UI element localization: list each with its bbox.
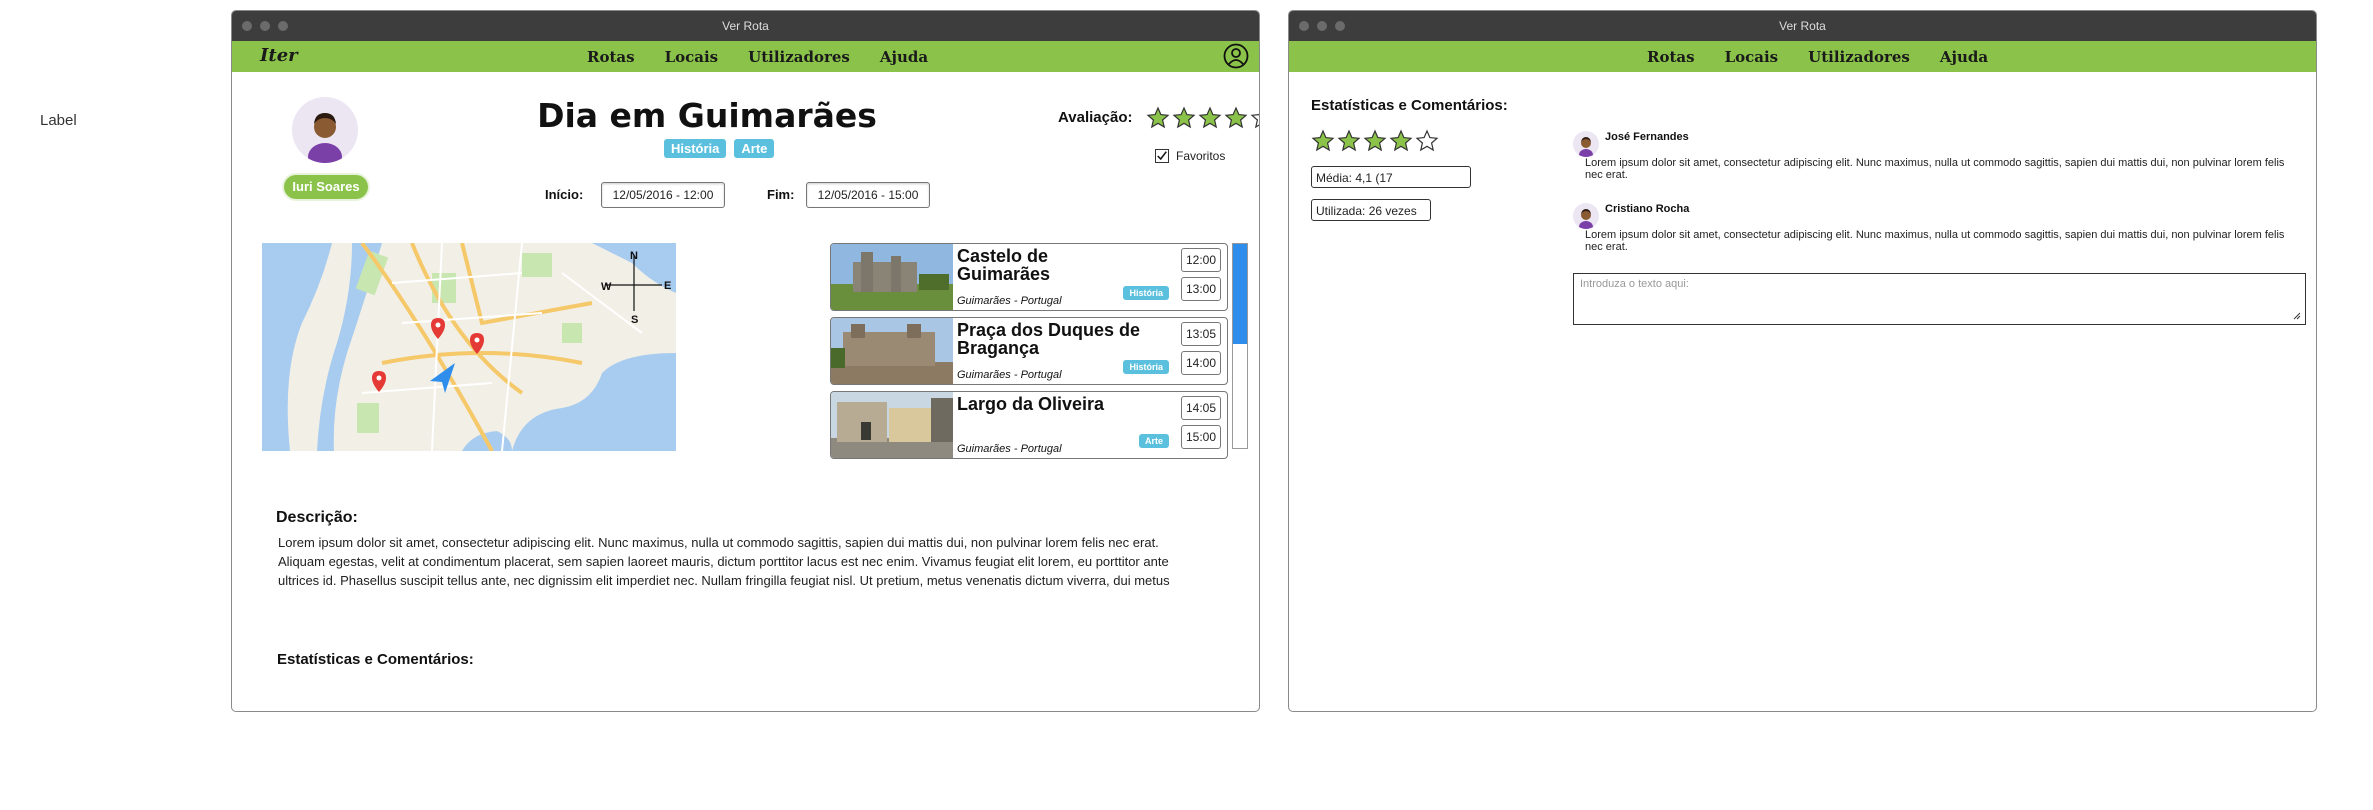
window-close-button[interactable] <box>242 21 252 31</box>
user-name-badge[interactable]: Iuri Soares <box>284 175 368 199</box>
window-maximize-button[interactable] <box>278 21 288 31</box>
stats-title: Estatísticas e Comentários: <box>277 651 474 668</box>
navbar: Rotas Locais Utilizadores Ajuda <box>1289 41 2316 72</box>
place-location: Guimarães - Portugal <box>957 443 1062 455</box>
place-location: Guimarães - Portugal <box>957 369 1062 381</box>
window-titlebar: Ver Rota <box>232 11 1259 41</box>
star-icon[interactable] <box>1363 129 1387 153</box>
places-list: Castelo de Guimarães Guimarães - Portuga… <box>830 243 1228 465</box>
star-icon[interactable] <box>1250 106 1260 130</box>
place-photo <box>831 392 953 458</box>
comment-text: Lorem ipsum dolor sit amet, consectetur … <box>1585 157 2285 181</box>
nav-rotas[interactable]: Rotas <box>1647 48 1695 66</box>
rating-label: Avaliação: <box>1058 109 1133 126</box>
end-label: Fim: <box>767 187 795 202</box>
window-titlebar: Ver Rota <box>1289 11 2316 41</box>
route-window: Ver Rota Iter Rotas Locais Utilizadores … <box>231 10 1260 712</box>
nav-rotas[interactable]: Rotas <box>587 48 635 66</box>
comment-item: José Fernandes Lorem ipsum dolor sit ame… <box>1573 131 2293 191</box>
start-label: Início: <box>545 187 584 202</box>
compass-west: W <box>601 281 612 293</box>
stats-title: Estatísticas e Comentários: <box>1311 97 1508 114</box>
place-start-time[interactable]: 13:05 <box>1181 322 1221 346</box>
place-name: Largo da Oliveira <box>957 394 1105 414</box>
window-title: Ver Rota <box>1779 19 1826 33</box>
star-icon[interactable] <box>1337 129 1361 153</box>
comment-text: Lorem ipsum dolor sit amet, consectetur … <box>1585 229 2285 253</box>
place-end-time[interactable]: 15:00 <box>1181 425 1221 449</box>
place-tag[interactable]: História <box>1123 286 1169 300</box>
compass-south: S <box>631 314 638 326</box>
list-item[interactable]: Praça dos Duques de Bragança Guimarães -… <box>830 317 1228 385</box>
navbar: Iter Rotas Locais Utilizadores Ajuda <box>232 41 1259 72</box>
place-photo <box>831 244 953 310</box>
tag-historia[interactable]: História <box>664 139 727 158</box>
star-icon[interactable] <box>1224 106 1248 130</box>
nav-locais[interactable]: Locais <box>665 48 719 66</box>
star-icon[interactable] <box>1311 129 1335 153</box>
star-icon[interactable] <box>1198 106 1222 130</box>
place-start-time[interactable]: 14:05 <box>1181 396 1221 420</box>
places-scrollbar[interactable] <box>1232 243 1248 449</box>
avatar <box>292 97 358 163</box>
route-map[interactable]: N S E W <box>262 243 676 451</box>
list-item[interactable]: Castelo de Guimarães Guimarães - Portuga… <box>830 243 1228 311</box>
window-maximize-button[interactable] <box>1335 21 1345 31</box>
comment-author[interactable]: Cristiano Rocha <box>1605 203 1689 215</box>
usage-count-field: Utilizada: 26 vezes <box>1311 199 1431 221</box>
description-text: Lorem ipsum dolor sit amet, consectetur … <box>278 535 1170 588</box>
nav-utilizadores[interactable]: Utilizadores <box>1808 48 1910 66</box>
window-minimize-button[interactable] <box>260 21 270 31</box>
logo[interactable]: Iter <box>260 45 298 66</box>
favorites-label: Favoritos <box>1176 149 1226 163</box>
place-name: Praça dos Duques de Bragança <box>957 320 1141 358</box>
route-title: Dia em Guimarães <box>537 96 877 135</box>
tag-arte[interactable]: Arte <box>734 139 775 158</box>
place-start-time[interactable]: 12:00 <box>1181 248 1221 272</box>
place-location: Guimarães - Portugal <box>957 295 1062 307</box>
avatar <box>1573 131 1599 157</box>
favorites-toggle[interactable]: Favoritos <box>1155 149 1225 163</box>
rating-stars[interactable] <box>1146 106 1260 130</box>
avatar <box>1573 203 1599 229</box>
rating-stars[interactable] <box>1311 129 1439 153</box>
nav-utilizadores[interactable]: Utilizadores <box>748 48 850 66</box>
compass-east: E <box>664 280 671 292</box>
comment-author[interactable]: José Fernandes <box>1605 131 1689 143</box>
comment-input[interactable]: Introduza o texto aqui: <box>1573 273 2306 325</box>
star-icon[interactable] <box>1415 129 1439 153</box>
place-tag[interactable]: Arte <box>1138 434 1169 448</box>
description-title: Descrição: <box>276 509 358 526</box>
star-icon[interactable] <box>1172 106 1196 130</box>
nav-ajuda[interactable]: Ajuda <box>880 48 928 66</box>
average-rating-field: Média: 4,1 (17 <box>1311 166 1471 188</box>
check-icon <box>1157 151 1167 161</box>
user-circle-icon[interactable] <box>1223 43 1249 69</box>
window-close-button[interactable] <box>1299 21 1309 31</box>
place-end-time[interactable]: 14:00 <box>1181 351 1221 375</box>
comment-placeholder: Introduza o texto aqui: <box>1580 278 1689 290</box>
place-name: Castelo de Guimarães <box>957 246 1051 284</box>
side-label: Label <box>40 112 77 129</box>
window-title: Ver Rota <box>722 19 769 33</box>
place-tag[interactable]: História <box>1123 360 1169 374</box>
place-photo <box>831 318 953 384</box>
nav-ajuda[interactable]: Ajuda <box>1940 48 1988 66</box>
stats-window: Ver Rota Rotas Locais Utilizadores Ajuda… <box>1288 10 2317 712</box>
star-icon[interactable] <box>1389 129 1413 153</box>
start-date-field[interactable]: 12/05/2016 - 12:00 <box>601 182 725 208</box>
list-item[interactable]: Largo da Oliveira Guimarães - Portugal A… <box>830 391 1228 459</box>
end-date-field[interactable]: 12/05/2016 - 15:00 <box>806 182 930 208</box>
window-minimize-button[interactable] <box>1317 21 1327 31</box>
compass-north: N <box>630 250 638 262</box>
star-icon[interactable] <box>1146 106 1170 130</box>
scrollbar-thumb[interactable] <box>1233 244 1247 344</box>
place-end-time[interactable]: 13:00 <box>1181 277 1221 301</box>
comment-item: Cristiano Rocha Lorem ipsum dolor sit am… <box>1573 203 2293 263</box>
favorites-checkbox[interactable] <box>1155 149 1169 163</box>
nav-locais[interactable]: Locais <box>1725 48 1779 66</box>
resize-handle-icon[interactable] <box>2293 312 2301 320</box>
